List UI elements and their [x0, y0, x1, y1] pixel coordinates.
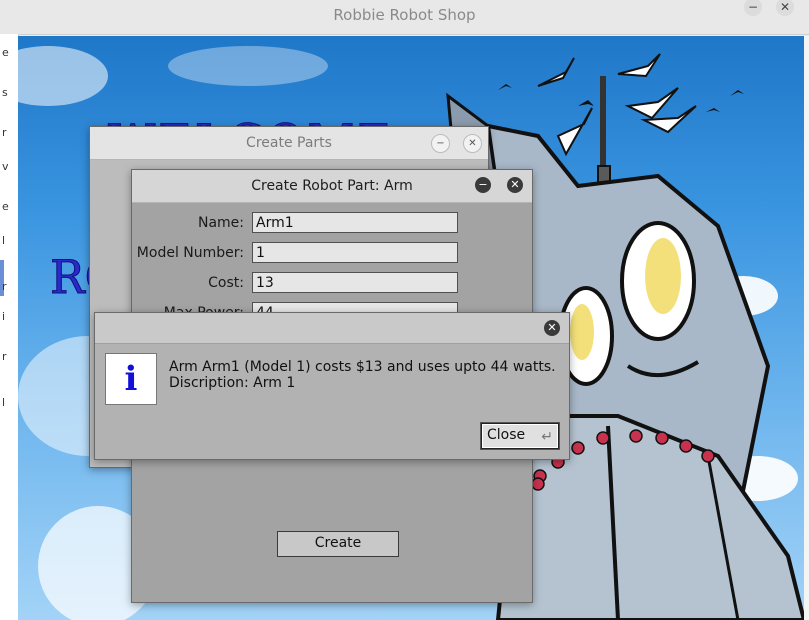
model-number-field[interactable]: 1 [252, 242, 458, 263]
strip-glyph: l [2, 234, 6, 247]
strip-glyph: v [2, 160, 9, 173]
name-label: Name: [197, 215, 244, 231]
strip-glyph: r [2, 350, 7, 363]
strip-glyph: l [2, 396, 6, 409]
strip-glyph: s [2, 86, 8, 99]
cost-label: Cost: [208, 275, 244, 291]
model-number-label: Model Number: [136, 245, 244, 261]
strip-glyph: i [2, 310, 6, 323]
minimize-icon[interactable]: − [431, 134, 450, 153]
name-field[interactable]: Arm1 [252, 212, 458, 233]
info-message: Arm Arm1 (Model 1) costs $13 and uses up… [169, 359, 556, 391]
close-button[interactable]: Close ↵ [481, 423, 559, 449]
create-parts-title: Create Parts [246, 135, 332, 151]
create-robot-part-title: Create Robot Part: Arm [251, 178, 413, 194]
strip-glyph: e [2, 200, 9, 213]
create-button[interactable]: Create [277, 531, 399, 557]
strip-glyph: e [2, 46, 9, 59]
window-title: Robbie Robot Shop [333, 6, 476, 24]
close-button-label: Close [487, 427, 526, 443]
enter-key-icon: ↵ [541, 429, 553, 445]
right-edge [804, 36, 809, 620]
minimize-icon[interactable]: − [475, 177, 491, 193]
create-parts-titlebar: Create Parts − ✕ [90, 127, 488, 160]
background-window-strip: e s r v e l r i r l [0, 34, 19, 620]
create-robot-part-titlebar: Create Robot Part: Arm − ✕ [132, 170, 532, 203]
close-icon[interactable]: ✕ [544, 320, 560, 336]
info-message-line: Arm Arm1 (Model 1) costs $13 and uses up… [169, 359, 556, 375]
strip-glyph: r [2, 280, 7, 293]
info-dialog: ✕ i Arm Arm1 (Model 1) costs $13 and use… [94, 312, 570, 460]
close-icon[interactable]: ✕ [507, 177, 523, 193]
cost-field[interactable]: 13 [252, 272, 458, 293]
close-icon[interactable]: ✕ [463, 134, 482, 153]
info-icon: i [105, 353, 157, 405]
info-dialog-titlebar: ✕ [95, 313, 569, 344]
info-message-line: Discription: Arm 1 [169, 375, 296, 391]
strip-glyph: r [2, 126, 7, 139]
main-titlebar: Robbie Robot Shop − ✕ [0, 0, 809, 35]
